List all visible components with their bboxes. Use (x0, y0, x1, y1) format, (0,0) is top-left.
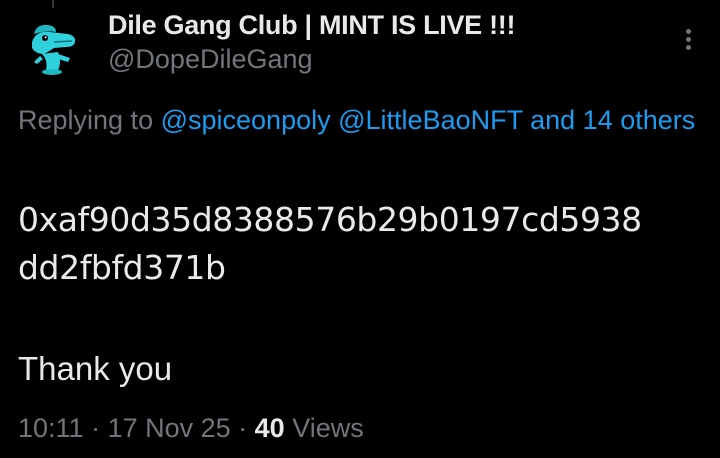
tweet-meta: 10:11 · 17 Nov 25 · 40 Views (18, 408, 364, 448)
mention-others-link[interactable]: 14 others (583, 105, 696, 135)
mention-littlebaonft[interactable]: @LittleBaoNFT (338, 105, 522, 135)
replying-connector[interactable]: and (523, 105, 583, 135)
tweet-header: Dile Gang Club | MINT IS LIVE !!! @DopeD… (108, 8, 660, 76)
tweet-time[interactable]: 10:11 (18, 413, 84, 443)
crocodile-avatar-icon (18, 12, 88, 82)
replying-to-prefix: Replying to (18, 105, 161, 135)
views-label[interactable]: Views (285, 413, 364, 443)
views-count[interactable]: 40 (255, 413, 285, 443)
meta-separator: · (230, 413, 255, 443)
tweet-text-line-2: dd2fbfd371b (18, 248, 226, 287)
meta-separator: · (83, 413, 108, 443)
tweet-date[interactable]: 17 Nov 25 (108, 413, 231, 443)
thread-connector-line (52, 0, 54, 8)
tweet-closing-text: Thank you (18, 350, 173, 387)
author-display-name[interactable]: Dile Gang Club | MINT IS LIVE !!! (108, 8, 660, 42)
tweet-text-line-1: 0xaf90d35d8388576b29b0197cd5938 (18, 200, 642, 239)
replying-to-line: Replying to @spiceonpoly @LittleBaoNFT a… (18, 100, 718, 140)
author-handle[interactable]: @DopeDileGang (108, 42, 660, 76)
more-options-icon[interactable] (676, 26, 700, 54)
tweet-text: 0xaf90d35d8388576b29b0197cd5938 dd2fbfd3… (18, 196, 708, 393)
author-avatar[interactable] (18, 12, 88, 82)
mention-spiceonpoly[interactable]: @spiceonpoly (161, 105, 331, 135)
tweet-text-spacer (18, 292, 708, 345)
